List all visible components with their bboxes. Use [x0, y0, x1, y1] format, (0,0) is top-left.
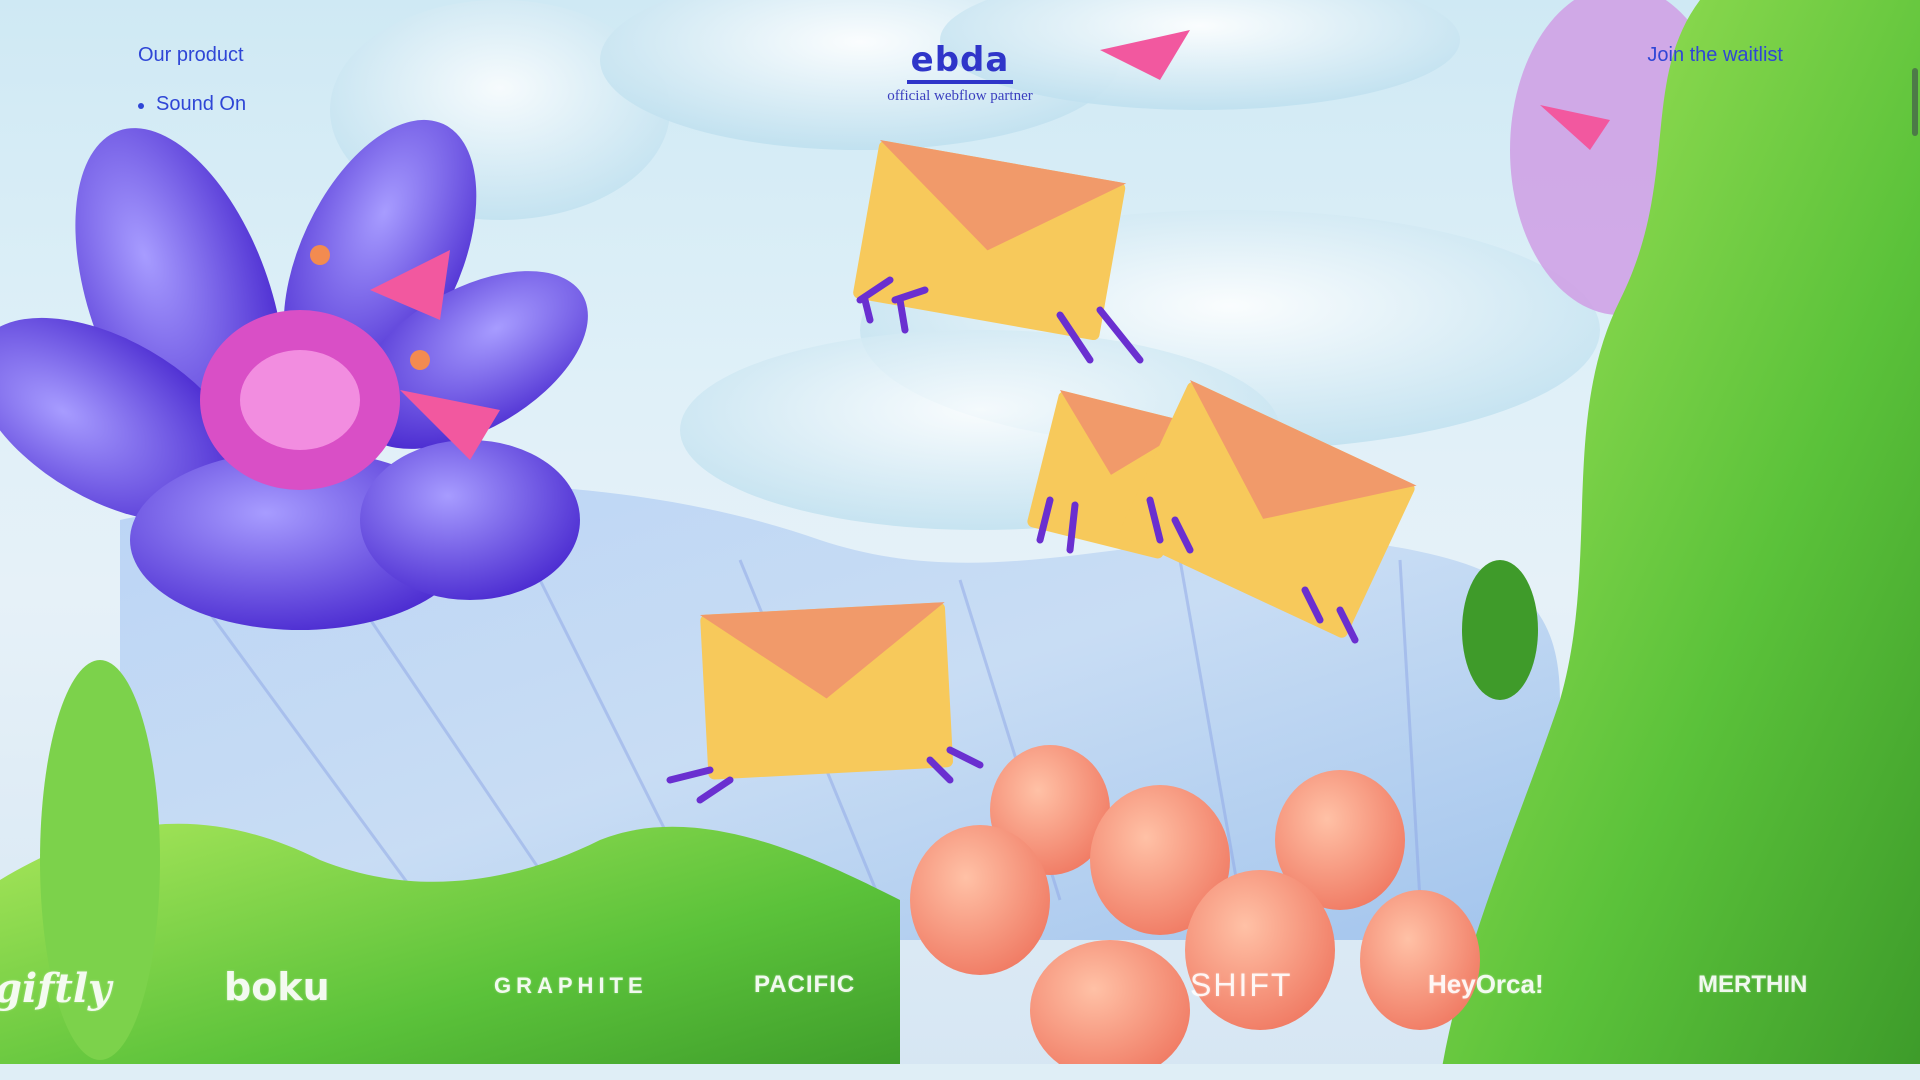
brand-subtitle: official webflow partner [887, 88, 1033, 104]
logo-giftly: giftly [0, 965, 112, 1012]
brand-logo[interactable]: ebda [906, 40, 1014, 84]
logo-graphite: GRAPHITE [494, 973, 648, 998]
nav-product-list: Sound On [138, 93, 246, 116]
primary-nav: Our product Sound On [138, 44, 246, 116]
bottom-edge [0, 1064, 1920, 1080]
brand: ebda official webflow partner [860, 40, 1060, 105]
nav-our-product-link[interactable]: Our product [138, 44, 246, 67]
logo-merthin: MERTHIN [1698, 971, 1808, 998]
nav-item-sound-on[interactable]: Sound On [138, 93, 246, 116]
logo-pacific: PACIFIC [754, 971, 856, 998]
join-waitlist-link[interactable]: Join the waitlist [1647, 44, 1783, 67]
hero-illustration [0, 0, 1920, 1080]
logo-shift: SHIFT [1190, 967, 1293, 1003]
logo-boku: boku [224, 965, 330, 1009]
scrollbar-thumb[interactable] [1912, 68, 1918, 136]
logo-heyorca: HeyOrca! [1428, 969, 1544, 999]
landing-page: Our product Sound On ebda official webfl… [0, 0, 1920, 1080]
client-logos: giftly boku GRAPHITE PACIFIC SHIFT HeyOr… [0, 955, 1920, 1015]
